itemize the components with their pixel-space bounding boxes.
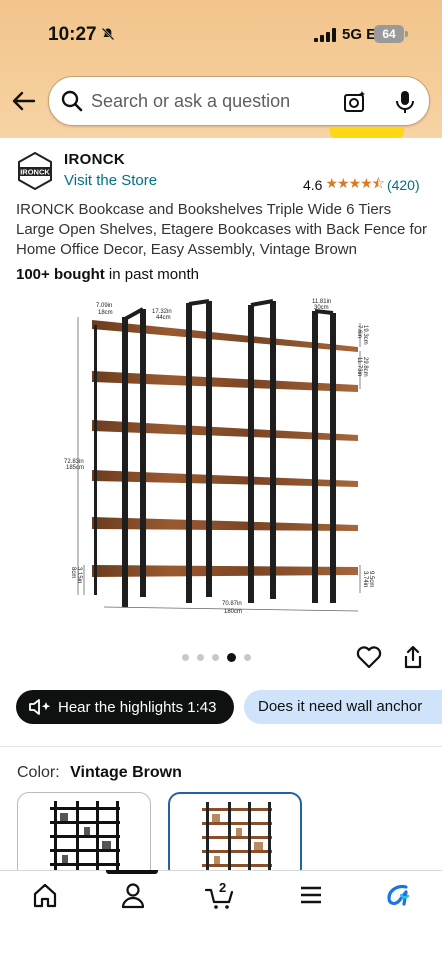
bought-suffix: in past month <box>104 266 199 283</box>
nav-active-indicator <box>106 870 158 874</box>
rating-summary[interactable]: 4.6 ★★★★⯪ (420) <box>303 173 420 197</box>
brand-name: IRONCK <box>64 151 125 168</box>
signal-icon <box>314 28 336 42</box>
dim-width-top-cm: 30cm <box>314 305 329 311</box>
section-divider <box>0 746 442 747</box>
search-bar[interactable] <box>48 76 430 126</box>
menu-icon[interactable] <box>296 880 326 910</box>
carousel-dots[interactable] <box>182 653 251 662</box>
carousel-dot[interactable] <box>182 654 189 661</box>
brand-logo[interactable]: IRONCK <box>16 152 54 190</box>
hear-highlights-label: Hear the highlights 1:43 <box>58 698 217 716</box>
shelf-boards <box>92 320 358 577</box>
color-value: Vintage Brown <box>70 764 182 781</box>
dim-gap2-in: 11.73in <box>356 357 362 376</box>
rufus-assistant-icon[interactable] <box>384 880 414 910</box>
dim-depth-cm: 18cm <box>98 310 113 316</box>
back-arrow-icon[interactable] <box>10 88 36 114</box>
color-selection: Color: Vintage Brown <box>17 764 182 782</box>
wall-anchor-question-chip[interactable]: Does it need wall anchor <box>244 690 442 724</box>
brand-logo-text: IRONCK <box>20 168 50 177</box>
search-icon <box>61 90 83 112</box>
status-time: 10:27 <box>48 24 97 45</box>
carousel-dot[interactable] <box>244 654 251 661</box>
dim-gap1-cm: 19.3cm <box>362 325 368 345</box>
search-input[interactable] <box>91 87 331 115</box>
carousel-dot[interactable] <box>212 654 219 661</box>
carousel-dot[interactable] <box>197 654 204 661</box>
dim-gap1-in: 7.6in <box>356 325 362 338</box>
swatch-brown-image <box>202 802 272 878</box>
rating-value: 4.6 <box>303 177 323 193</box>
review-count[interactable]: (420) <box>387 177 420 193</box>
carousel-dot-active[interactable] <box>227 653 236 662</box>
color-label: Color: <box>17 764 60 781</box>
dim-width-cm: 180cm <box>224 609 242 615</box>
dim-bottom-cm: 9.5cm <box>368 571 374 587</box>
dim-bottom-in: 3.74in <box>362 571 368 587</box>
network-type: 5G E <box>342 26 377 43</box>
dim-foot-cm: 8cm <box>70 567 76 578</box>
heart-icon[interactable] <box>356 645 382 669</box>
share-icon[interactable] <box>402 645 424 669</box>
battery-indicator: 64 <box>374 25 408 43</box>
header-accent-tab <box>330 128 404 138</box>
microphone-icon[interactable] <box>393 89 417 115</box>
product-image[interactable]: 7.09in 18cm 17.32in 44cm 11.81in 30cm 7.… <box>60 295 380 625</box>
hear-highlights-button[interactable]: Hear the highlights 1:43 <box>16 690 234 724</box>
camera-icon[interactable] <box>343 90 367 114</box>
color-swatch-black[interactable] <box>17 792 151 880</box>
account-icon[interactable] <box>118 880 148 910</box>
dim-gap2-cm: 29.8cm <box>362 357 368 377</box>
bought-count: 100+ bought <box>16 266 105 283</box>
color-swatch-vintage-brown[interactable] <box>168 792 302 880</box>
swatch-black-image <box>50 801 120 879</box>
cart-count-badge: 2 <box>219 880 227 895</box>
dim-height-cm: 185cm <box>66 465 84 471</box>
bought-in-past-month: 100+ bought in past month <box>16 266 199 283</box>
dim-section-cm: 44cm <box>156 315 171 321</box>
silent-bell-icon <box>101 27 115 41</box>
dim-width-in: 70.87in <box>222 601 242 607</box>
visit-store-link[interactable]: Visit the Store <box>64 172 157 189</box>
dim-depth-in: 7.09in <box>96 303 112 309</box>
product-title: IRONCK Bookcase and Bookshelves Triple W… <box>16 201 428 258</box>
home-icon[interactable] <box>30 880 60 910</box>
star-rating-icon: ★★★★⯪ <box>325 175 384 191</box>
speaker-sparkle-icon <box>29 699 51 715</box>
